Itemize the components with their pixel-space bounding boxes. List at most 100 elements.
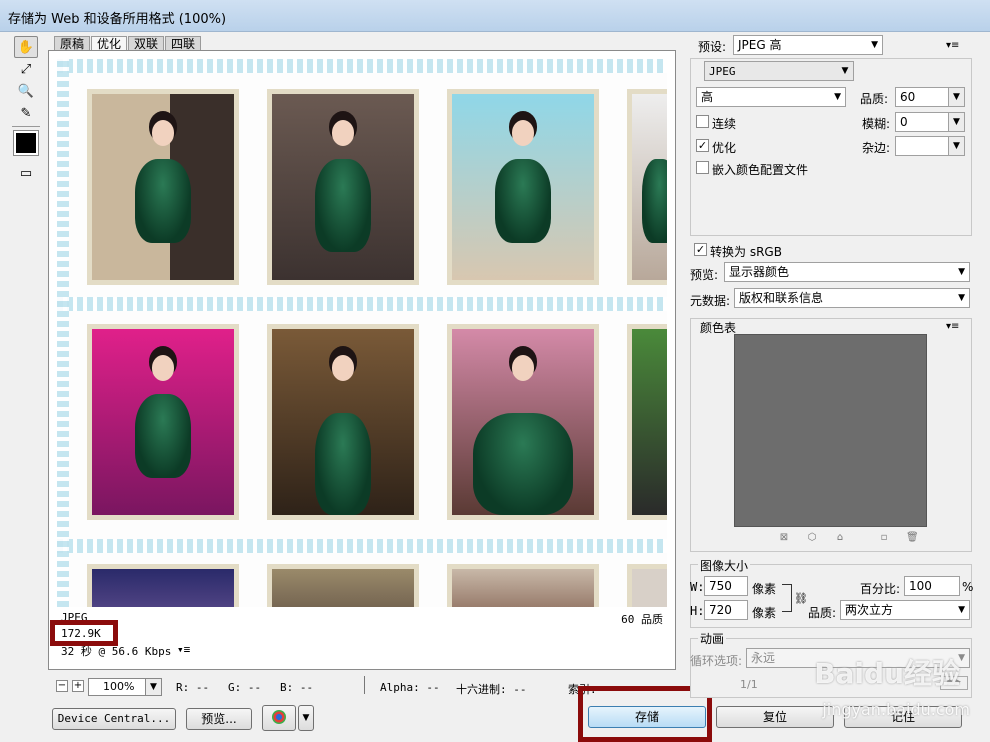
- progressive-checkbox[interactable]: [696, 115, 709, 128]
- tool-palette: ✋ ⤢ 🔍 ✎ ▭: [10, 34, 44, 184]
- eyedropper-icon[interactable]: ✎: [14, 102, 38, 124]
- browser-button[interactable]: [262, 705, 296, 731]
- preview-mode-label: 预览:: [690, 268, 719, 282]
- convert-srgb-checkbox[interactable]: ✓: [694, 243, 707, 256]
- optimized-checkbox[interactable]: ✓: [696, 139, 709, 152]
- file-size-highlight: [50, 620, 118, 646]
- reset-button[interactable]: 复位: [716, 706, 834, 728]
- height-label: H:: [690, 604, 705, 618]
- hand-tool-icon[interactable]: ✋: [14, 36, 38, 58]
- format-value: JPEG: [709, 65, 736, 78]
- metadata-select[interactable]: 版权和联系信息 ▼: [734, 288, 970, 308]
- percent-sign: %: [962, 580, 974, 594]
- lace-border-top: [57, 59, 667, 73]
- photo-9: [87, 564, 239, 607]
- matte-label: 杂边:: [862, 141, 891, 155]
- lock-color-icon[interactable]: ⌂: [834, 532, 846, 544]
- width-input[interactable]: 750: [704, 576, 748, 596]
- preview-image[interactable]: [57, 59, 667, 607]
- browser-icon: [272, 710, 286, 724]
- constrain-bracket: [782, 584, 792, 612]
- baidu-watermark: Baidu经验: [814, 657, 960, 690]
- embed-profile-checkbox[interactable]: [696, 161, 709, 174]
- baidu-watermark-url: jingyan.baidu.com: [822, 700, 970, 719]
- trash-icon[interactable]: 🗑: [906, 532, 919, 544]
- blur-label: 模糊:: [862, 117, 891, 131]
- color-table-title: 颜色表: [698, 319, 739, 336]
- blur-input[interactable]: 0 ▼: [895, 112, 965, 132]
- quality-label: 品质:: [860, 92, 889, 106]
- lace-border-bottom: [57, 539, 667, 553]
- animation-title: 动画: [698, 630, 727, 647]
- quality-input[interactable]: 60 ▼: [895, 87, 965, 107]
- color-table-menu-icon[interactable]: ▾≡: [946, 321, 959, 332]
- photo-6: [267, 324, 419, 520]
- matte-select[interactable]: ▼: [895, 136, 965, 156]
- resample-quality-value: 两次立方: [845, 603, 894, 617]
- chevron-down-icon: ▼: [948, 137, 964, 155]
- quality-preset-select[interactable]: 高 ▼: [696, 87, 846, 107]
- quality-value: 60: [900, 90, 916, 104]
- chevron-down-icon: ▼: [871, 40, 878, 50]
- preview-pane[interactable]: JPEG 172.9K 32 秒 @ 56.6 Kbps ▾≡ 60 品质: [48, 50, 676, 670]
- alpha-readout: Alpha: --: [380, 681, 440, 694]
- preview-menu-icon[interactable]: ▾≡: [177, 643, 190, 656]
- preset-label: 预设:: [698, 40, 727, 54]
- photo-10: [267, 564, 419, 607]
- width-unit: 像素: [752, 582, 777, 596]
- color-table[interactable]: [734, 334, 927, 527]
- chevron-down-icon: ▼: [841, 66, 849, 76]
- photo-11: [447, 564, 599, 607]
- resample-quality-label: 品质:: [808, 606, 837, 620]
- height-input[interactable]: 720: [704, 600, 748, 620]
- chevron-down-icon: ▼: [958, 267, 965, 277]
- new-color-icon[interactable]: ▫: [878, 532, 890, 544]
- blue-readout: B: --: [280, 681, 314, 694]
- zoom-select[interactable]: 100% ▼: [88, 678, 162, 696]
- width-label: W:: [690, 580, 705, 594]
- preset-select[interactable]: JPEG 高 ▼: [733, 35, 883, 55]
- chevron-down-icon: ▼: [948, 88, 964, 106]
- optimized-label: 优化: [712, 141, 737, 155]
- resample-quality-select[interactable]: 两次立方 ▼: [840, 600, 970, 620]
- lace-border-left: [57, 59, 69, 607]
- photo-7: [447, 324, 599, 520]
- embed-profile-label: 嵌入颜色配置文件: [712, 163, 809, 177]
- red-readout: R: --: [176, 681, 210, 694]
- device-central-button[interactable]: Device Central...: [52, 708, 176, 730]
- web-shift-icon[interactable]: ⬡: [806, 532, 818, 544]
- chevron-down-icon: ▼: [834, 92, 841, 102]
- format-select[interactable]: JPEG ▼: [704, 61, 854, 81]
- preview-mode-select[interactable]: 显示器颜色 ▼: [724, 262, 970, 282]
- chevron-down-icon: ▼: [958, 605, 965, 615]
- metadata-value: 版权和联系信息: [739, 291, 824, 305]
- link-icon[interactable]: ⛓: [794, 592, 808, 605]
- title-bar: 存储为 Web 和设备所用格式 (100%): [0, 0, 990, 32]
- eyedropper-color-swatch[interactable]: [13, 130, 39, 156]
- hex-readout: 十六进制: --: [456, 683, 527, 696]
- lace-border-middle: [57, 297, 667, 311]
- chevron-down-icon: ▼: [948, 113, 964, 131]
- slice-select-icon[interactable]: ⤢: [14, 58, 38, 80]
- zoom-out-button[interactable]: −: [56, 680, 68, 692]
- window-title: 存储为 Web 和设备所用格式 (100%): [8, 12, 227, 27]
- browser-dropdown[interactable]: ▼: [298, 705, 314, 731]
- photo-1: [87, 89, 239, 285]
- map-transparency-icon[interactable]: ⊠: [778, 532, 790, 544]
- progressive-label: 连续: [712, 117, 737, 131]
- save-button[interactable]: 存储: [588, 706, 706, 728]
- preview-button[interactable]: 预览...: [186, 708, 252, 730]
- image-size-title: 图像大小: [698, 557, 751, 574]
- height-unit: 像素: [752, 606, 777, 620]
- toggle-slices-icon[interactable]: ▭: [14, 162, 38, 184]
- green-readout: G: --: [228, 681, 262, 694]
- optimize-menu-icon[interactable]: ▾≡: [946, 40, 959, 51]
- loop-label: 循环选项:: [690, 654, 743, 668]
- preset-value: JPEG 高: [738, 38, 782, 52]
- zoom-icon[interactable]: 🔍: [14, 80, 38, 102]
- zoom-in-button[interactable]: +: [72, 680, 84, 692]
- zoom-value: 100%: [103, 680, 135, 693]
- blur-value: 0: [900, 115, 908, 129]
- photo-8: [627, 324, 667, 520]
- percent-input[interactable]: 100: [904, 576, 960, 596]
